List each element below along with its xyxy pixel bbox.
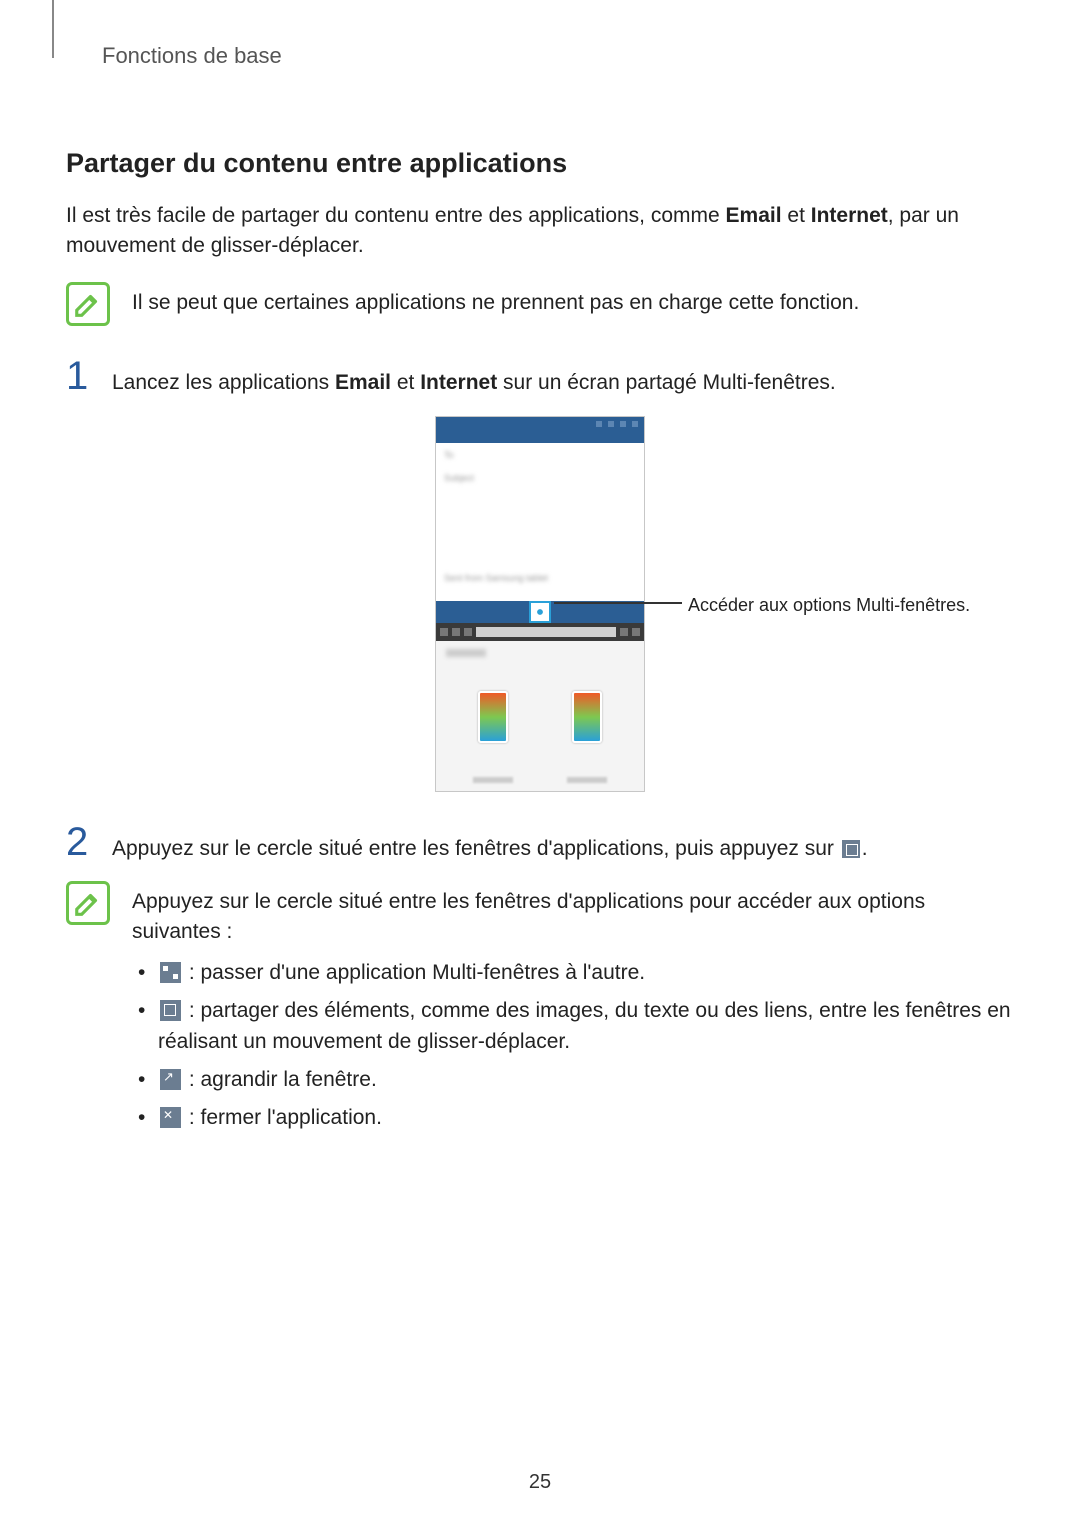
document-page: Fonctions de base Partager du contenu en… (0, 0, 1080, 1142)
step-body: Appuyez sur le cercle situé entre les fe… (112, 834, 1014, 864)
text: Lancez les applications (112, 371, 335, 394)
bold-text: Email (726, 204, 782, 227)
text: : passer d'une application Multi-fenêtre… (183, 961, 645, 984)
callout-label: Accéder aux options Multi-fenêtres. (688, 592, 970, 618)
text: Appuyez sur le cercle situé entre les fe… (112, 837, 840, 860)
text: : fermer l'application. (183, 1106, 382, 1129)
step-body: Lancez les applications Email et Interne… (112, 368, 1014, 398)
text: : agrandir la fenêtre. (183, 1068, 377, 1091)
step-1: 1 Lancez les applications Email et Inter… (66, 356, 1014, 398)
thumbnail-icon (478, 691, 508, 743)
swap-windows-icon (160, 962, 181, 983)
section-heading: Partager du contenu entre applications (66, 144, 1014, 183)
list-item: : fermer l'application. (132, 1103, 1014, 1133)
figure-email-body: To Subject Sent from Samsung tablet (436, 443, 644, 601)
multiwindow-handle-icon (529, 601, 551, 623)
options-list: : passer d'une application Multi-fenêtre… (132, 958, 1014, 1134)
text: : partager des éléments, comme des image… (158, 999, 1011, 1052)
figure-email-header (436, 417, 644, 443)
figure-browser-toolbar (436, 623, 644, 641)
note-text: Il se peut que certaines applications ne… (132, 280, 1014, 318)
list-item: : passer d'une application Multi-fenêtre… (132, 958, 1014, 988)
callout-line (554, 602, 682, 604)
step-2: 2 Appuyez sur le cercle situé entre les … (66, 822, 1014, 864)
breadcrumb: Fonctions de base (102, 40, 1014, 72)
close-window-icon (160, 1107, 181, 1128)
text: Il est très facile de partager du conten… (66, 204, 726, 227)
handle-glyph-icon (533, 605, 547, 619)
bold-text: Internet (420, 371, 497, 394)
share-window-icon (842, 840, 860, 858)
note-icon (66, 881, 110, 925)
note-icon (66, 282, 110, 326)
note-body: Appuyez sur le cercle situé entre les fe… (132, 879, 1014, 1142)
step-number: 1 (66, 356, 96, 396)
share-window-icon (160, 1000, 181, 1021)
header-icons (596, 421, 638, 427)
thumbnail-icon (572, 691, 602, 743)
list-item: : agrandir la fenêtre. (132, 1065, 1014, 1095)
expand-window-icon (160, 1069, 181, 1090)
pencil-icon (73, 289, 103, 319)
page-number: 25 (0, 1468, 1080, 1497)
bold-text: Email (335, 371, 391, 394)
figure-wrap: To Subject Sent from Samsung tablet (66, 416, 1014, 792)
figure-browser-body (436, 641, 644, 791)
note-block: Il se peut que certaines applications ne… (66, 280, 1014, 326)
list-item: : partager des éléments, comme des image… (132, 996, 1014, 1057)
note-intro: Appuyez sur le cercle situé entre les fe… (132, 887, 1014, 948)
multiwindow-figure: To Subject Sent from Samsung tablet (435, 416, 645, 792)
text: sur un écran partagé Multi-fenêtres. (497, 371, 836, 394)
step-number: 2 (66, 822, 96, 862)
pencil-icon (73, 888, 103, 918)
text: . (862, 837, 868, 860)
header-rule (52, 0, 54, 58)
bold-text: Internet (811, 204, 888, 227)
text: et (391, 371, 420, 394)
note-block: Appuyez sur le cercle situé entre les fe… (66, 879, 1014, 1142)
intro-paragraph: Il est très facile de partager du conten… (66, 201, 1014, 262)
text: et (782, 204, 811, 227)
